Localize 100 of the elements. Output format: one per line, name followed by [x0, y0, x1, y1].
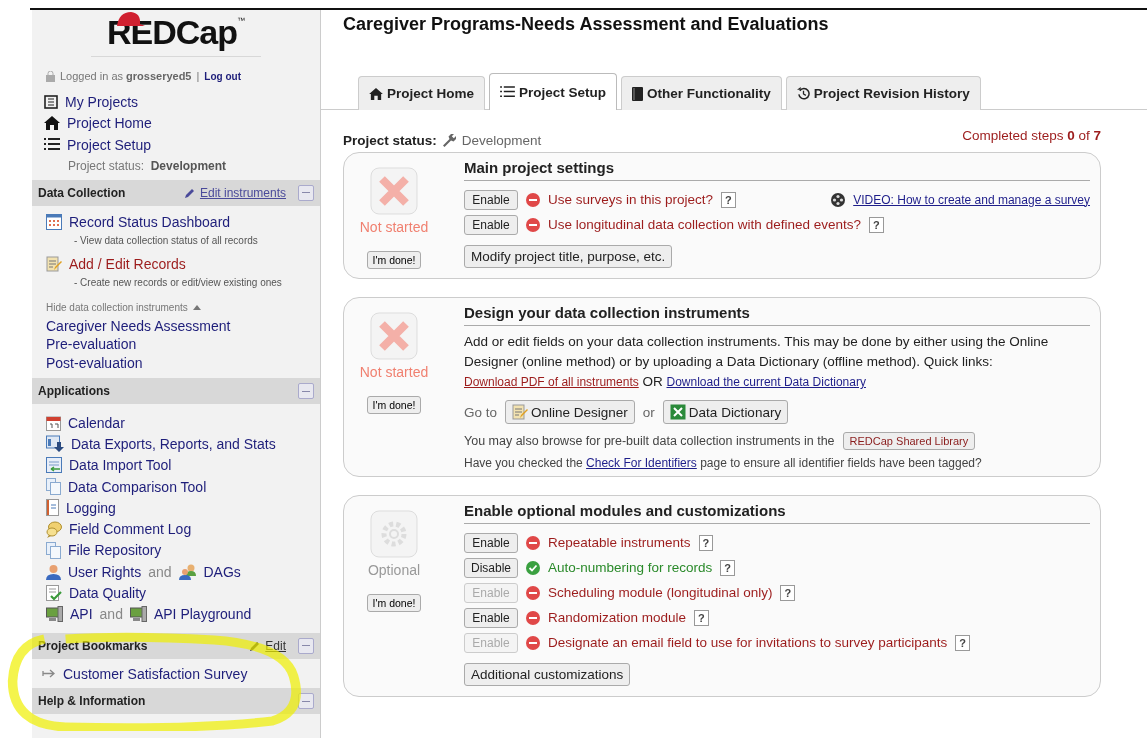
action-button[interactable]: Additional customizations — [464, 663, 631, 686]
edit-bookmarks-link[interactable]: Edit — [265, 638, 286, 653]
goto-text: Go to — [464, 404, 498, 420]
instrument-link[interactable]: Caregiver Needs Assessment — [46, 316, 320, 335]
help-button[interactable]: ? — [721, 191, 736, 208]
pencil-icon — [183, 186, 196, 199]
instrument-link[interactable]: Pre-evaluation — [46, 335, 320, 354]
application-link[interactable]: API — [70, 606, 93, 623]
done-button[interactable]: I'm done! — [366, 251, 422, 269]
module-label: Designate an email field to use for invitations to survey participants — [548, 635, 948, 650]
computer-icon — [129, 606, 147, 623]
completed-steps-text: Completed steps 0 of 7 — [962, 128, 1101, 145]
download-dictionary-link[interactable]: Download the current Data Dictionary — [666, 375, 866, 389]
export-icon — [46, 435, 64, 453]
list-icon — [500, 86, 516, 98]
step-status-text: Not started — [359, 219, 429, 235]
tab[interactable]: Other Functionality — [621, 76, 782, 110]
application-link[interactable]: Data Import Tool — [69, 457, 172, 474]
edit-form-icon — [46, 255, 62, 272]
item-description: - Create new records or edit/view existing ones — [73, 275, 283, 290]
toggle-button[interactable]: Disable — [464, 557, 518, 578]
nav-link[interactable]: Project Home — [67, 115, 152, 132]
tab[interactable]: Project Setup — [489, 73, 618, 110]
tab[interactable]: Project Revision History — [785, 76, 981, 110]
application-link[interactable]: File Repository — [68, 542, 162, 559]
nav-link[interactable]: My Projects — [65, 93, 139, 110]
action-button[interactable]: Modify project title, purpose, etc. — [464, 245, 673, 268]
separator-text: | — [196, 70, 200, 82]
online-designer-button[interactable]: Online Designer — [505, 400, 635, 424]
calendar-icon — [46, 414, 61, 431]
application-link[interactable]: DAGs — [203, 563, 241, 580]
home-icon — [44, 116, 60, 131]
status-label: Project status: — [343, 132, 437, 148]
application-link[interactable]: Data Comparison Tool — [68, 478, 207, 495]
tab[interactable]: Project Home — [358, 76, 486, 110]
section-title: Data Collection — [38, 185, 126, 200]
gear-icon — [370, 510, 418, 558]
help-button[interactable]: ? — [868, 216, 884, 233]
item-description: - View data collection status of all records — [73, 234, 259, 248]
history-icon — [796, 87, 810, 100]
user-icon — [46, 563, 61, 580]
application-link[interactable]: Data Exports, Reports, and Stats — [71, 435, 276, 452]
joiner-text: and — [99, 606, 123, 623]
help-button[interactable]: ? — [780, 584, 796, 601]
or-text: or — [642, 404, 655, 420]
application-link[interactable]: User Rights — [68, 563, 142, 580]
toggle-button[interactable]: Enable — [464, 532, 518, 553]
done-button[interactable]: I'm done! — [366, 396, 422, 414]
documents-icon — [46, 478, 61, 496]
spreadsheet-icon — [669, 404, 686, 420]
module-label: Scheduling module (longitudinal only) — [548, 585, 773, 600]
dc-link[interactable]: Record Status Dashboard — [69, 214, 231, 231]
help-button[interactable]: ? — [720, 559, 736, 576]
application-link[interactable]: Data Quality — [69, 585, 147, 601]
grid-icon — [46, 214, 62, 231]
joiner-text: and — [148, 563, 172, 580]
download-pdf-link[interactable]: Download PDF of all instruments — [464, 375, 639, 389]
step-title: Enable optional modules and customizations — [464, 502, 1090, 524]
list-icon — [44, 138, 60, 152]
lock-icon — [46, 70, 55, 82]
application-link[interactable]: Calendar — [68, 414, 125, 431]
collapse-button[interactable] — [298, 184, 314, 201]
toggle-button[interactable]: Enable — [464, 189, 518, 210]
help-button[interactable]: ? — [698, 534, 714, 551]
checklist-icon — [46, 584, 62, 602]
module-label: Randomization module — [548, 610, 687, 625]
import-icon — [46, 457, 62, 474]
module-label: Use surveys in this project? — [548, 192, 714, 207]
edit-instruments-link[interactable]: Edit instruments — [199, 185, 286, 200]
dc-link[interactable]: Add / Edit Records — [69, 255, 186, 272]
instrument-link[interactable]: Post-evaluation — [46, 353, 320, 372]
edit-form-icon — [512, 404, 529, 420]
toggle-button[interactable]: Enable — [464, 607, 518, 628]
shared-library-button[interactable]: REDCap Shared Library — [842, 432, 976, 450]
project-title: Caregiver Programs-Needs Assessment and Evaluations — [343, 14, 830, 36]
application-link[interactable]: API Playground — [153, 606, 252, 623]
help-button[interactable]: ? — [694, 609, 709, 626]
help-button[interactable]: ? — [955, 634, 970, 651]
speech-bubbles-icon — [46, 520, 62, 538]
redcap-logo: REDCap$^{™}$ — [91, 10, 261, 57]
step-title: Design your data collection instruments — [464, 304, 1090, 326]
check-identifiers-link[interactable]: Check For Identifiers — [586, 456, 697, 470]
collapse-button[interactable] — [298, 383, 314, 399]
video-link[interactable]: VIDEO: How to create and manage a survey — [853, 192, 1090, 207]
collapse-button[interactable] — [298, 637, 314, 654]
step-title: Main project settings — [464, 159, 1090, 181]
application-link[interactable]: Logging — [66, 499, 116, 516]
documents-icon — [46, 541, 61, 559]
data-dictionary-button[interactable]: Data Dictionary — [662, 400, 789, 424]
toggle-button[interactable]: Enable — [464, 214, 518, 235]
project-status-text: Project status: Development — [68, 158, 227, 173]
nav-link[interactable]: Project Setup — [67, 136, 152, 153]
cross-icon — [370, 312, 418, 360]
bookmark-link[interactable]: Customer Satisfaction Survey — [63, 665, 248, 682]
logout-link[interactable]: Log out — [204, 70, 241, 82]
application-link[interactable]: Field Comment Log — [69, 521, 192, 538]
hide-instruments-link[interactable]: Hide data collection instruments — [46, 302, 188, 313]
notebook-icon — [46, 499, 59, 517]
done-button[interactable]: I'm done! — [366, 594, 422, 612]
arrow-right-icon — [42, 669, 56, 679]
